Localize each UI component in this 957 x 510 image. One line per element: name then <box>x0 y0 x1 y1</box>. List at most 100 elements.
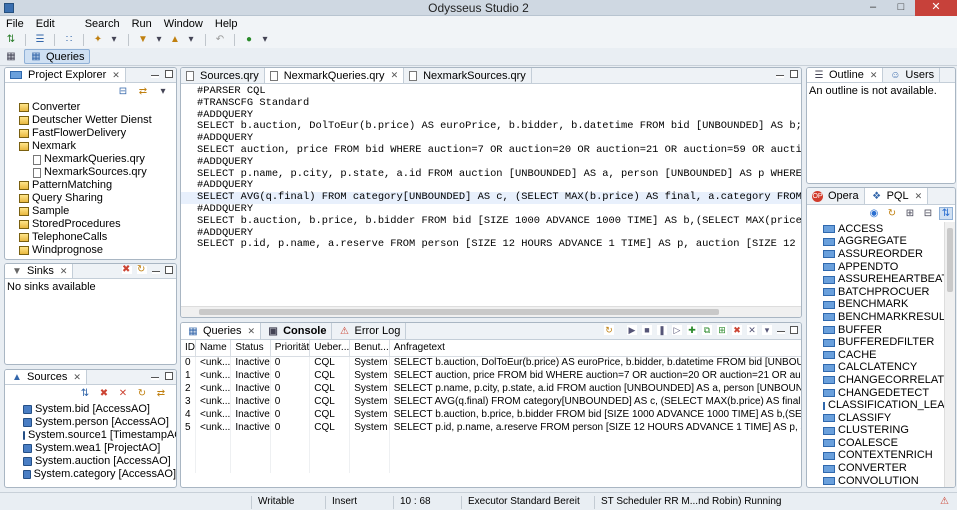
chevron-down-icon[interactable]: ▾ <box>107 33 121 46</box>
close-icon[interactable]: ✕ <box>248 326 256 337</box>
stop-query-icon[interactable]: ■ <box>642 325 652 335</box>
pql-operator-item[interactable]: BENCHMARKRESULT <box>823 311 955 324</box>
network-icon[interactable]: ∷ <box>62 33 76 46</box>
minimize-icon[interactable] <box>776 75 784 78</box>
pql-operator-item[interactable]: CACHE <box>823 349 955 362</box>
pql-vertical-scrollbar[interactable] <box>944 222 955 487</box>
project-tree-item[interactable]: TelephoneCalls <box>5 231 176 244</box>
source-item[interactable]: System.person [AccessAO] <box>5 416 176 429</box>
pql-operator-item[interactable]: ASSUREORDER <box>823 248 955 261</box>
pql-operator-item[interactable]: BENCHMARK <box>823 298 955 312</box>
refresh-icon[interactable]: ↻ <box>885 207 899 220</box>
tab-console[interactable]: ▣ Console <box>261 323 333 339</box>
pql-operator-item[interactable]: CONVOLUTION <box>823 475 955 487</box>
pql-operator-item[interactable]: CHANGEDETECT <box>823 387 955 400</box>
link-icon[interactable]: ⇄ <box>154 387 168 400</box>
start-query-icon[interactable]: ▶ <box>627 325 637 335</box>
tab-sources[interactable]: ▲ Sources ✕ <box>5 370 87 384</box>
close-icon[interactable]: ✕ <box>915 191 923 202</box>
project-tree-item[interactable]: Nexmark <box>5 140 176 153</box>
minimize-icon[interactable] <box>152 271 160 274</box>
editor-horizontal-scrollbar[interactable] <box>181 306 801 317</box>
pql-operator-item[interactable]: CLUSTERING <box>823 424 955 438</box>
tab-users[interactable]: ☺ Users <box>883 68 941 82</box>
info-icon[interactable]: ◉ <box>867 207 881 220</box>
delete-icon[interactable]: ✖ <box>122 265 132 275</box>
code-editor[interactable]: #PARSER CQL #TRANSCFG Standard #ADDQUERY SE… <box>181 84 801 251</box>
tab-pql[interactable]: ❖ PQL ✕ <box>864 188 929 204</box>
close-button[interactable]: ✕ <box>915 0 957 16</box>
maximize-icon[interactable] <box>790 326 798 334</box>
close-icon[interactable]: ✕ <box>870 70 878 81</box>
pql-operator-item[interactable]: CALCLATENCY <box>823 361 955 375</box>
close-icon[interactable]: ✕ <box>391 70 399 81</box>
maximize-icon[interactable] <box>165 266 173 274</box>
project-tree-item[interactable]: Sample <box>5 205 176 218</box>
wand-icon[interactable]: ✦ <box>91 33 105 46</box>
scrollbar-thumb[interactable] <box>947 228 953 292</box>
close-icon[interactable]: ✕ <box>60 266 68 277</box>
pql-operator-item[interactable]: BATCHPROCUER <box>823 286 955 299</box>
remove-query-icon[interactable]: ✖ <box>732 325 742 335</box>
maximize-button[interactable]: □ <box>887 0 915 16</box>
refresh-icon[interactable]: ↻ <box>137 265 147 275</box>
close-all-icon[interactable]: ✕ <box>747 325 757 335</box>
copy-query-icon[interactable]: ⧉ <box>702 325 712 335</box>
navigate-icon[interactable]: ☰ <box>33 33 47 46</box>
table-row[interactable]: 0 <unk... Inactive 0 CQL System SELECT b.aucti… <box>181 356 801 369</box>
project-tree-item[interactable]: Query Sharing <box>5 192 176 205</box>
minimize-icon[interactable] <box>151 75 159 78</box>
table-row[interactable]: 2 <unk... Inactive 0 CQL System SELECT p.name,… <box>181 382 801 395</box>
pql-operator-item[interactable]: CHANGECORRELATE <box>823 374 955 387</box>
perspective-queries-button[interactable]: ▦ Queries <box>24 49 90 64</box>
import-icon[interactable]: ⇅ <box>4 33 18 46</box>
table-row[interactable]: 4 <unk... Inactive 0 CQL System SELECT b.aucti… <box>181 408 801 421</box>
source-item[interactable]: System.source1 [TimestampAO] <box>5 429 176 442</box>
project-tree-item[interactable]: PatternMatching <box>5 179 176 192</box>
tab-project-explorer[interactable]: Project Explorer ✕ <box>5 68 126 82</box>
sort-icon[interactable]: ⇅ <box>78 387 92 400</box>
sort-icon[interactable]: ⇅ <box>939 206 953 220</box>
tab-queries[interactable]: ▦ Queries ✕ <box>181 323 262 339</box>
pql-operator-item[interactable]: CONVERTER <box>823 462 955 475</box>
column-header-id[interactable]: ID <box>181 340 196 357</box>
view-menu-icon[interactable]: ▾ <box>762 325 772 335</box>
scrollbar-thumb[interactable] <box>199 309 719 315</box>
project-tree-item[interactable]: StoredProcedures <box>5 218 176 231</box>
pql-operator-item[interactable]: ASSUREHEARTBEAT <box>823 273 955 286</box>
column-header-name[interactable]: Name <box>195 340 232 357</box>
column-header-priority[interactable]: Priorität <box>270 340 311 357</box>
add-query-icon[interactable]: ✚ <box>687 325 697 335</box>
chevron-down-icon[interactable]: ▾ <box>184 33 198 46</box>
delete-all-icon[interactable]: ✖ <box>97 387 111 400</box>
pin-icon[interactable]: ▼ <box>136 33 150 46</box>
project-tree-item[interactable]: NexmarkSources.qry <box>5 166 176 179</box>
minimize-icon[interactable] <box>151 377 159 380</box>
pql-operator-item[interactable]: ACCESS <box>823 223 955 236</box>
pql-operator-item[interactable]: CLASSIFY <box>823 412 955 425</box>
pql-operator-item[interactable]: CLASSIFICATION_LEARN <box>823 399 955 412</box>
tab-sources-qry[interactable]: Sources.qry <box>181 68 265 83</box>
column-header-query-text[interactable]: Anfragetext <box>389 340 801 357</box>
back-icon[interactable]: ↶ <box>213 33 227 46</box>
menu-edit[interactable]: Edit <box>30 17 61 31</box>
table-row[interactable]: 1 <unk... Inactive 0 CQL System SELECT auction… <box>181 369 801 382</box>
refresh-icon[interactable]: ↻ <box>604 325 614 335</box>
tab-nexmarkqueries-qry[interactable]: NexmarkQueries.qry ✕ <box>264 68 405 83</box>
source-item[interactable]: System.category [AccessAO] <box>5 468 176 481</box>
table-row[interactable]: 3 <unk... Inactive 0 CQL System SELECT AVG(q.f… <box>181 395 801 408</box>
pql-operator-item[interactable]: CONTEXTENRICH <box>823 449 955 463</box>
chevron-down-icon[interactable]: ▾ <box>152 33 166 46</box>
tab-nexmarksources-qry[interactable]: NexmarkSources.qry <box>404 68 532 83</box>
source-item[interactable]: System.wea1 [ProjectAO] <box>5 442 176 455</box>
tab-outline[interactable]: ☰ Outline ✕ <box>807 68 884 82</box>
refresh-icon[interactable]: ↻ <box>135 387 149 400</box>
tab-error-log[interactable]: ⚠ Error Log <box>332 323 407 339</box>
close-icon[interactable]: ✕ <box>112 70 120 81</box>
export-query-icon[interactable]: ⊞ <box>717 325 727 335</box>
view-menu-icon[interactable]: ▾ <box>156 85 170 98</box>
resume-query-icon[interactable]: ▷ <box>672 325 682 335</box>
column-header-parser[interactable]: Ueber... <box>309 340 351 357</box>
minimize-icon[interactable] <box>777 331 785 334</box>
column-header-user[interactable]: Benut... <box>349 340 390 357</box>
